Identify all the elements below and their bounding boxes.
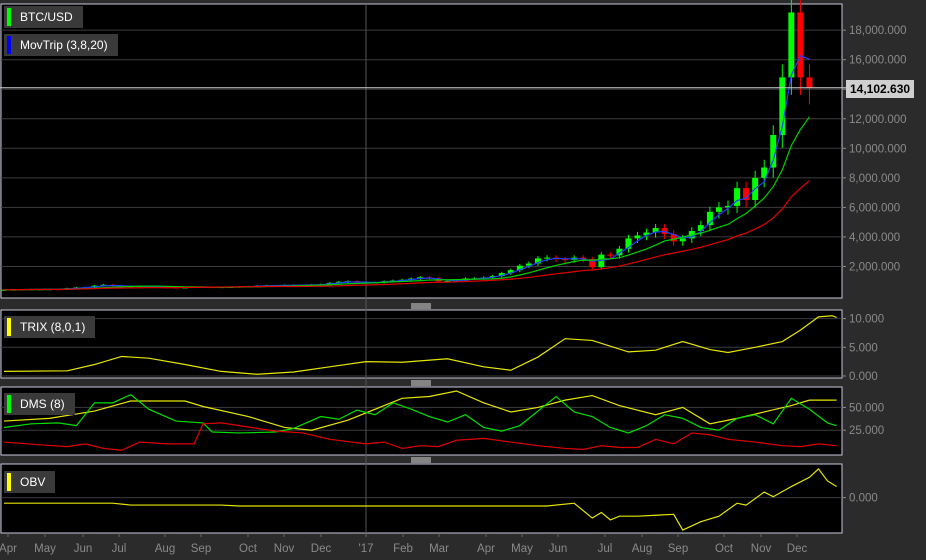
x-tick-label: Jun: [549, 543, 568, 555]
x-tick-label: Dec: [787, 543, 808, 555]
legend-movtrip[interactable]: MovTrip (3,8,20): [4, 34, 118, 56]
y-tick-label: 5.000: [849, 342, 878, 354]
x-tick-label: May: [511, 543, 533, 555]
y-tick-label: 16,000.000: [849, 55, 907, 67]
candle-up: [544, 257, 550, 259]
chart-canvas: 2,000.000 4,000.000 6,000.000 8,000.000 10,0…: [0, 0, 907, 555]
candle-up: [634, 235, 641, 239]
x-tick-label: Jul: [112, 543, 127, 555]
legend-color-swatch: [7, 36, 11, 54]
y-tick-label: 10.000: [849, 314, 884, 326]
y-tick-label: 4,000.000: [849, 232, 900, 244]
legend-color-swatch: [7, 473, 11, 491]
y-tick-label: 2,000.000: [849, 261, 900, 273]
x-tick-label: Apr: [477, 543, 495, 555]
candle-down: [607, 254, 614, 256]
candle-up: [715, 207, 722, 212]
x-tick-label: Mar: [429, 543, 449, 555]
candle-up: [734, 188, 741, 206]
obv-panel: [0, 463, 843, 534]
x-tick-label: Aug: [155, 543, 175, 555]
x-tick-label: Nov: [751, 543, 772, 555]
legend-label: MovTrip (3,8,20): [20, 38, 108, 52]
legend-color-swatch: [7, 8, 11, 26]
x-tick-label: Nov: [274, 543, 295, 555]
y-tick-label: 6,000.000: [849, 202, 900, 214]
y-tick-label: 8,000.000: [849, 173, 900, 185]
legend-label: DMS (8): [20, 397, 65, 411]
legend-label: TRIX (8,0,1): [20, 320, 86, 334]
x-tick-label: Feb: [393, 543, 413, 555]
legend-obv[interactable]: OBV: [4, 471, 56, 493]
candle-up: [679, 238, 686, 242]
y-tick-label: 0.000: [849, 371, 878, 383]
x-tick-label: Dec: [311, 543, 332, 555]
x-tick-label: Sep: [191, 543, 211, 555]
x-tick-label: Oct: [715, 543, 734, 555]
x-tick-label: Sep: [668, 543, 688, 555]
candle-up: [788, 12, 795, 78]
y-tick-label: 12,000.000: [849, 114, 907, 126]
legend-trix[interactable]: TRIX (8,0,1): [4, 316, 96, 338]
x-tick-label: May: [34, 543, 56, 555]
legend-label: OBV: [20, 475, 46, 489]
y-tick-label: 18,000.000: [849, 25, 907, 37]
legend-color-swatch: [7, 395, 11, 413]
legend-color-swatch: [7, 318, 11, 336]
x-tick-label: Jun: [74, 543, 93, 555]
candle-down: [806, 77, 813, 88]
x-tick-label: Oct: [239, 543, 258, 555]
x-tick-label: Jul: [598, 543, 613, 555]
x-tick-label: Apr: [0, 543, 17, 555]
y-tick-label: 50.000: [849, 402, 884, 414]
last-price-tag: 14,102.630: [846, 80, 915, 98]
legend-btc-usd[interactable]: BTC/USD: [4, 6, 83, 28]
trix-panel: [0, 309, 843, 379]
legend-dms[interactable]: DMS (8): [4, 393, 75, 415]
y-tick-label: 0.000: [849, 493, 878, 505]
y-tick-label: 10,000.000: [849, 143, 907, 155]
price-panel: [0, 3, 843, 299]
y-tick-label: 25.000: [849, 425, 884, 437]
candle-down: [797, 12, 804, 78]
legend-label: BTC/USD: [20, 10, 73, 24]
x-tick-label: Aug: [632, 543, 652, 555]
x-tick-label: '17: [359, 543, 374, 555]
